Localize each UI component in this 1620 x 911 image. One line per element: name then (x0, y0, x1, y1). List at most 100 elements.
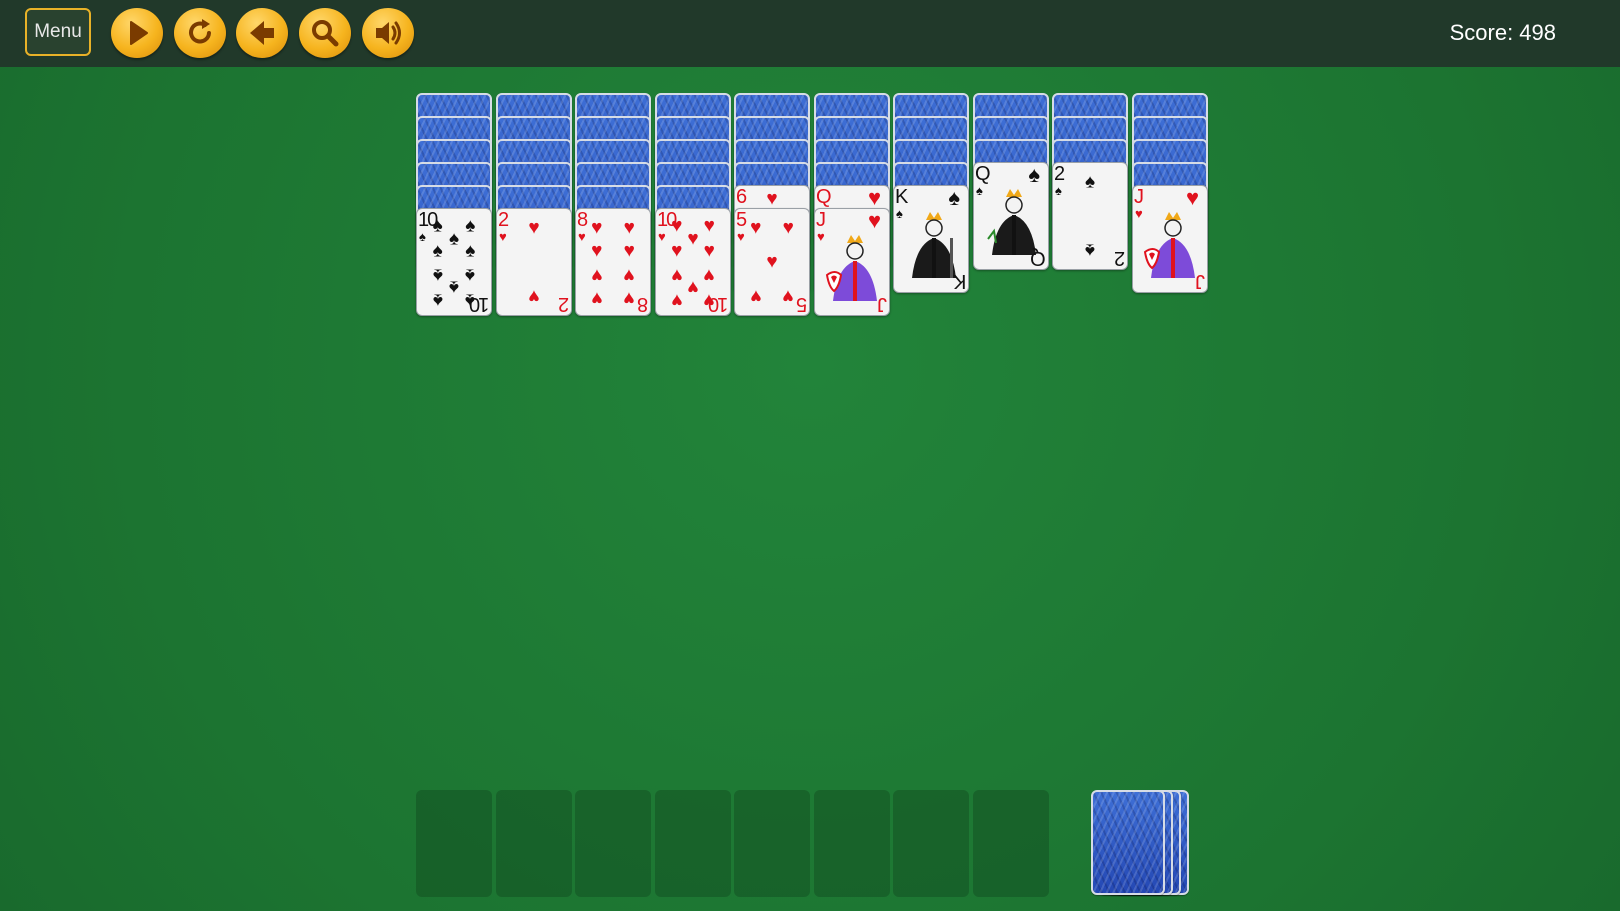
suit-pip-icon: ♥ (671, 215, 683, 237)
suit-small-icon: ♥ (499, 229, 507, 244)
suit-pip-icon: ♥ (703, 240, 715, 262)
menu-button[interactable]: Menu (25, 8, 91, 56)
speaker-icon (376, 21, 401, 45)
card-rank-label: Q (975, 163, 991, 185)
suit-small-icon: ♠ (976, 183, 983, 198)
card-J-hearts[interactable]: J ♥ ♥ J (1132, 185, 1208, 293)
foundation-slot (496, 790, 572, 897)
card-5-hearts[interactable]: 5 ♥ ♥ ♥ ♥ ♥ ♥ 5 (734, 208, 810, 316)
score-display: Score: 498 (1449, 20, 1556, 45)
suit-pip-icon: ♥ (671, 289, 683, 311)
card-8-hearts[interactable]: 8 ♥ ♥ ♥ ♥ ♥ ♥ ♥ ♥ ♥ 8 (575, 208, 651, 316)
restart-icon (189, 19, 211, 44)
play-button[interactable] (111, 8, 163, 58)
suit-pip-icon: ♥ (687, 276, 699, 298)
card-rank-label-bottom: 10 (709, 293, 728, 315)
court-figure-icon (825, 235, 877, 301)
card-rank-label-bottom: 10 (470, 293, 489, 315)
suit-pip-icon: ♥ (623, 264, 635, 286)
suit-corner-icon: ♥ (867, 208, 881, 233)
foundation-slot (893, 790, 969, 897)
undo-button[interactable] (236, 8, 288, 58)
suit-pip-icon: ♥ (623, 240, 635, 262)
card-rank-label: 5 (736, 209, 747, 231)
suit-pip-icon: ♠ (465, 264, 476, 286)
sound-button[interactable] (362, 8, 414, 58)
foundation-slot (655, 790, 731, 897)
hint-button[interactable] (299, 8, 351, 58)
suit-pip-icon: ♥ (671, 240, 683, 262)
suit-pip-icon: ♥ (750, 285, 762, 307)
suit-pip-icon: ♥ (766, 251, 778, 273)
suit-pip-icon: ♠ (1084, 239, 1096, 261)
card-rank-label: K (895, 186, 908, 208)
suit-pip-icon: ♥ (591, 217, 603, 239)
card-rank-label-bottom: 2 (1115, 247, 1125, 269)
suit-small-icon: ♥ (737, 229, 745, 244)
card-J-hearts[interactable]: J ♥ ♥ J (814, 208, 890, 316)
suit-pip-icon: ♠ (448, 228, 460, 250)
court-figure-icon (1143, 212, 1195, 278)
suit-pip-icon: ♥ (750, 217, 762, 239)
card-rank-label-bottom: Q (1032, 247, 1046, 269)
foundation-slot (575, 790, 651, 897)
suit-pip-icon: ♠ (432, 240, 443, 262)
suit-pip-icon: ♠ (448, 276, 460, 298)
suit-pip-icon: ♥ (623, 287, 635, 309)
suit-corner-icon: ♠ (948, 185, 960, 210)
suit-pip-icon: ♥ (591, 287, 603, 309)
magnifier-icon (312, 20, 339, 47)
card-rank-label-bottom: K (954, 270, 966, 292)
foundation-slot (973, 790, 1049, 897)
suit-pip-icon: ♠ (465, 215, 476, 237)
suit-small-icon: ♥ (817, 229, 825, 244)
suit-pip-icon: ♥ (703, 264, 715, 286)
card-10-hearts[interactable]: 10 ♥ ♥ ♥ ♥ ♥ ♥ ♥ ♥ ♥ ♥ ♥ 10 (655, 208, 731, 316)
suit-small-icon: ♥ (1135, 206, 1143, 221)
suit-pip-icon: ♠ (432, 289, 443, 311)
undo-arrow-icon (250, 21, 274, 45)
suit-pip-icon: ♥ (687, 228, 699, 250)
card-rank-label: 2 (498, 209, 509, 231)
suit-small-icon: ♠ (1055, 183, 1062, 198)
suit-pip-icon: ♥ (782, 217, 794, 239)
card-rank-label-bottom: J (1197, 270, 1205, 292)
suit-pip-icon: ♠ (465, 240, 476, 262)
card-rank-label: Q (816, 186, 832, 208)
card-10-spades[interactable]: 10 ♠ ♠ ♠ ♠ ♠ ♠ ♠ ♠ ♠ ♠ ♠ 10 (416, 208, 492, 316)
card-K-spades[interactable]: K ♠ ♠ K (893, 185, 969, 293)
card-rank-label: J (816, 209, 826, 231)
suit-corner-icon: ♥ (1185, 185, 1199, 210)
suit-pip-icon: ♥ (591, 240, 603, 262)
card-Q-spades[interactable]: Q ♠ ♠ Q (973, 162, 1049, 270)
stock-card-back[interactable] (1091, 790, 1165, 895)
card-rank-label-bottom: 2 (559, 293, 569, 315)
suit-pip-icon: ♠ (432, 264, 443, 286)
card-rank-label-bottom: 5 (797, 293, 807, 315)
suit-small-icon: ♠ (896, 206, 903, 221)
top-toolbar: Menu Score: 498 (0, 0, 1620, 67)
restart-button[interactable] (174, 8, 226, 58)
card-rank-label: 6 (736, 186, 747, 208)
suit-pip-icon: ♥ (591, 264, 603, 286)
card-rank-label-bottom: J (879, 293, 887, 315)
play-icon (130, 21, 148, 45)
foundation-slot (416, 790, 492, 897)
suit-small-icon: ♠ (419, 229, 426, 244)
card-2-spades[interactable]: 2 ♠ ♠ ♠ 2 (1052, 162, 1128, 270)
card-rank-label: 2 (1054, 163, 1065, 185)
suit-pip-icon: ♥ (671, 264, 683, 286)
foundation-slot (814, 790, 890, 897)
foundation-slot (734, 790, 810, 897)
card-rank-label: J (1134, 186, 1144, 208)
suit-pip-icon: ♥ (528, 285, 540, 307)
suit-pip-icon: ♥ (623, 217, 635, 239)
suit-pip-icon: ♥ (766, 188, 778, 210)
suit-pip-icon: ♥ (703, 215, 715, 237)
card-rank-label-bottom: 8 (638, 293, 648, 315)
suit-small-icon: ♥ (578, 229, 586, 244)
card-2-hearts[interactable]: 2 ♥ ♥ ♥ 2 (496, 208, 572, 316)
suit-corner-icon: ♠ (1028, 162, 1040, 187)
suit-pip-icon: ♥ (528, 217, 540, 239)
suit-pip-icon: ♠ (432, 215, 443, 237)
